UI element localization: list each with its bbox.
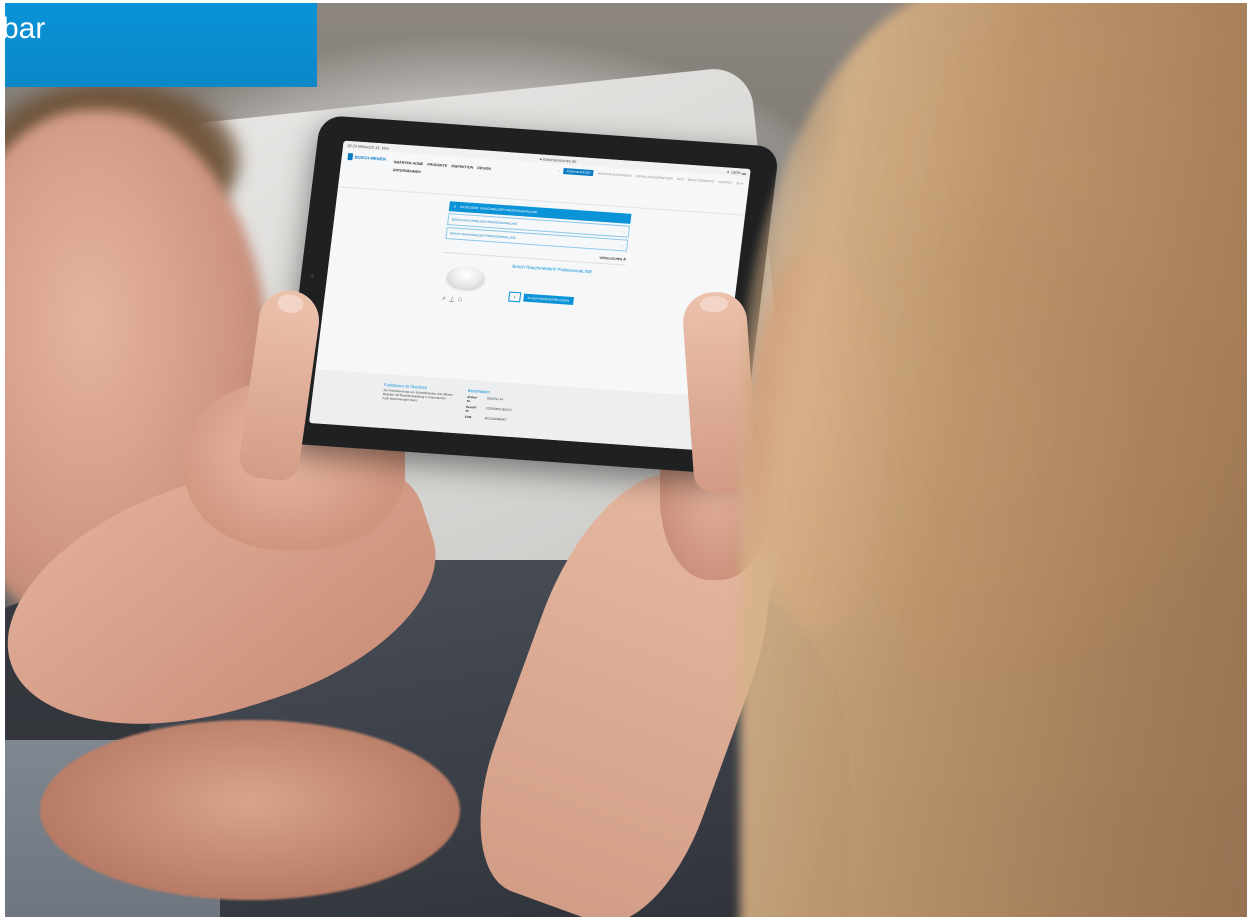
menu-icon: ☰ [453,204,457,209]
search-icon[interactable]: ⌕ [558,169,560,173]
chevron-down-icon: ⌄ [620,243,624,248]
thumbnail [276,292,305,315]
order-data-key: Artikel-Nr. [466,394,478,404]
tablet-screen: 10:24 Mittwoch 14. Nov. ● boschsensortec… [309,140,751,452]
accordion-row-label: BOSCH-RAUCHMELDER PROFESSIONALLINE [451,217,518,226]
features-column: Funktionen im Überblick Zur Früherkennun… [379,382,454,433]
product-info: Bosch Rauchmelder® ProfessionalLINE — 1 … [506,264,624,323]
nav-item[interactable]: PRODUKTE [427,163,448,168]
chevron-down-icon: ⌄ [622,229,626,234]
site-logo[interactable]: BOSCH-MEDIEN [347,152,387,163]
accordion-row-label: BOSCH-RAUCHMELDER PROFESSIONALLINE [449,231,516,240]
top-nav-item[interactable]: WERKSAUSLIEFERUNG [597,171,632,177]
zoom-icon[interactable]: ⌕ [442,295,447,303]
box-icon[interactable]: ⌂ [457,296,463,304]
right-person-hair [740,0,1247,917]
category-accordion: ☰ KATEGORIE: RAUCHMELDER PROFESSIONALLIN… [445,201,632,252]
nav-item[interactable]: DESIGN [477,166,491,171]
accordion-header-label: KATEGORIE: RAUCHMELDER PROFESSIONALLINE [459,204,538,215]
mount-icon[interactable]: ⊥ [448,295,455,303]
order-data-key: EAN: [464,414,473,420]
quantity-field[interactable]: 1 [508,291,522,303]
corner-label: bar [2,0,317,87]
top-nav-item[interactable]: BENUTZERKONTO [688,178,715,184]
nav-item[interactable]: UNTERNEHMEN [393,168,421,174]
product-card: ⌕ ⊥ ⌂ Bosch Rauchmelder® ProfessionalLIN… [437,259,625,323]
tablet-camera [310,274,315,278]
order-data-column: Bestelldaten Artikel-Nr. 6020701 44 Beste… [463,388,514,437]
cart-row: 1 IN DEN WARENKORB LEGEN [508,291,621,310]
compare-label: VERGLEICHEN [599,255,623,262]
thumbnail [699,295,729,314]
order-data-value: ZCR03AR2-BD470 [485,406,512,412]
nav-item[interactable]: INSPEKTION [451,164,473,170]
top-nav-item-active[interactable]: KONFIGURATOR [563,168,594,177]
left-border [0,0,5,917]
compare-icon: ⇵ [622,257,627,262]
photo-scene: 10:24 Mittwoch 14. Nov. ● boschsensortec… [0,0,1247,917]
logo-text: BOSCH-MEDIEN [354,154,387,162]
order-data-value: 4011260086042 [484,416,507,422]
product-details-footer: Funktionen im Überblick Zur Früherkennun… [309,369,723,452]
nav-item[interactable]: SMARTER HOME [393,160,423,166]
top-nav-item[interactable]: INSTALLATIONSPARTNER [636,174,673,181]
corner-label-text: bar [2,12,46,45]
resting-hand [40,720,460,900]
main-nav: SMARTER HOME PRODUKTE INSPEKTION DESIGN … [393,160,504,180]
logo-icon [347,152,354,161]
smoke-detector-image [445,265,487,290]
language-select[interactable]: DE ▾ [736,181,743,185]
product-tools: ⌕ ⊥ ⌂ [442,295,463,304]
order-data-key: Bestell-Nr. [465,404,478,414]
order-data-row: EAN: 4011260086042 [465,415,511,422]
features-text: Zur Früherkennung von Schwelbränden und … [382,388,454,403]
order-data-value: 6020701 44 [486,396,504,402]
top-nav-item[interactable]: INFO [676,177,684,181]
top-nav-item[interactable]: KONTAKT [718,180,732,185]
top-border [0,0,1247,3]
add-to-cart-button[interactable]: IN DEN WARENKORB LEGEN [523,293,574,305]
status-battery: ✦ 100% ▬ [726,168,747,176]
product-image[interactable]: ⌕ ⊥ ⌂ [437,259,495,314]
